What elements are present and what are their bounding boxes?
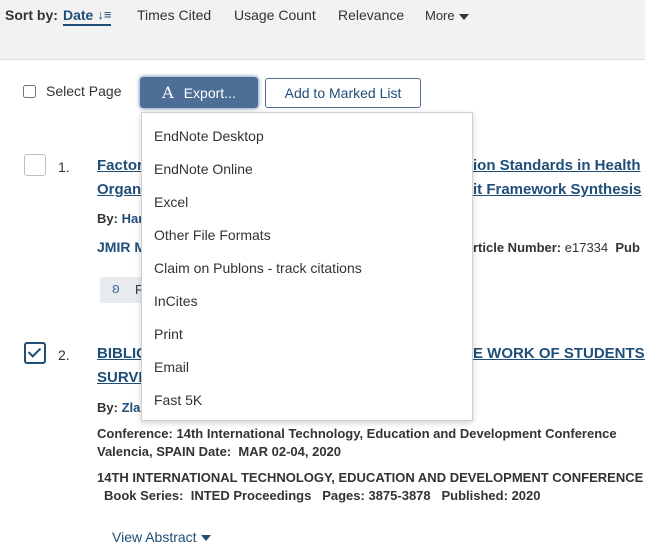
sort-descending-icon: ↓≡	[97, 7, 112, 22]
chevron-down-icon	[458, 13, 469, 20]
date-label: Date:	[198, 444, 232, 459]
record-2-title-part[interactable]: BIBLIC	[97, 345, 147, 362]
menu-item-claim-on-publons[interactable]: Claim on Publons - track citations	[154, 260, 362, 276]
record-1-title-part[interactable]: Factor	[97, 157, 143, 174]
article-number-label: rticle Number:	[473, 240, 562, 255]
export-icon: A	[162, 83, 174, 102]
chevron-down-icon	[200, 535, 211, 542]
menu-item-fast-5k[interactable]: Fast 5K	[154, 392, 202, 408]
open-access-icon: ʚ	[112, 280, 120, 297]
sort-date-label: Date	[63, 7, 94, 23]
select-page-label: Select Page	[46, 83, 122, 99]
record-2-conference: Conference: 14th International Technolog…	[97, 426, 617, 441]
published-label: Published:	[441, 488, 508, 503]
sort-relevance-option[interactable]: Relevance	[338, 7, 404, 23]
record-2-proceedings: 14TH INTERNATIONAL TECHNOLOGY, EDUCATION…	[97, 470, 643, 485]
by-label: By:	[97, 211, 118, 226]
pages-label: Pages:	[322, 488, 365, 503]
sort-more-dropdown[interactable]: More	[425, 8, 469, 23]
record-1-checkbox[interactable]	[24, 154, 46, 176]
export-label: Export...	[183, 84, 236, 101]
add-to-marked-list-button[interactable]: Add to Marked List	[265, 78, 421, 108]
series-value: INTED Proceedings	[190, 488, 312, 503]
author-link[interactable]: Zla	[122, 400, 141, 415]
sort-usage-count-option[interactable]: Usage Count	[234, 7, 316, 23]
sort-by-label: Sort by:	[5, 7, 58, 23]
checkmark-icon	[27, 344, 42, 358]
sort-times-cited-option[interactable]: Times Cited	[137, 7, 211, 23]
by-label: By:	[97, 400, 118, 415]
article-number-value: e17334	[564, 240, 609, 255]
export-button[interactable]: A Export...	[140, 77, 258, 108]
record-1-source[interactable]: JMIR M	[97, 239, 146, 255]
menu-item-other-file-formats[interactable]: Other File Formats	[154, 227, 271, 243]
menu-item-endnote-desktop[interactable]: EndNote Desktop	[154, 128, 264, 144]
sort-more-label: More	[425, 8, 455, 23]
published-label: Pub	[615, 240, 640, 255]
record-2-title-part[interactable]: E WORK OF STUDENTS I	[473, 345, 645, 362]
author-link[interactable]: Har	[122, 211, 144, 226]
menu-item-excel[interactable]: Excel	[154, 194, 188, 210]
series-label: Book Series:	[104, 488, 184, 503]
select-page-checkbox[interactable]	[23, 84, 36, 98]
sort-date-option[interactable]: Date ↓≡	[63, 7, 112, 26]
published-value: 2020	[511, 488, 541, 503]
record-1-title-part[interactable]: it Framework Synthesis	[473, 181, 641, 198]
view-abstract-link[interactable]: View Abstract	[112, 529, 211, 545]
menu-item-incites[interactable]: InCites	[154, 293, 198, 309]
select-page[interactable]: Select Page	[23, 83, 122, 99]
menu-item-print[interactable]: Print	[154, 326, 183, 342]
date-value: MAR 02-04, 2020	[238, 444, 342, 459]
record-1-title-part[interactable]: ion Standards in Health	[473, 157, 641, 174]
export-dropdown-menu: EndNote Desktop EndNote Online Excel Oth…	[141, 112, 473, 421]
proceedings-title: 14TH INTERNATIONAL TECHNOLOGY, EDUCATION…	[97, 470, 644, 485]
record-2-number: 2.	[58, 347, 70, 363]
record-1-authors: By: Har	[97, 211, 143, 226]
record-1-number: 1.	[58, 159, 70, 175]
record-2-authors: By: Zla	[97, 400, 140, 415]
record-1-title-part[interactable]: Organ	[97, 181, 141, 198]
menu-item-endnote-online[interactable]: EndNote Online	[154, 161, 253, 177]
conference-label: Conference:	[97, 426, 173, 441]
view-abstract-label: View Abstract	[112, 529, 197, 545]
menu-item-email[interactable]: Email	[154, 359, 189, 375]
conference-location: Valencia, SPAIN	[97, 444, 196, 459]
record-2-series: Book Series: INTED Proceedings Pages: 38…	[104, 488, 540, 503]
record-2-checkbox[interactable]	[24, 342, 46, 364]
record-2-location-date: Valencia, SPAIN Date: MAR 02-04, 2020	[97, 444, 341, 459]
conference-value: 14th International Technology, Education…	[176, 426, 617, 441]
sort-bar: Sort by: Date ↓≡ Times Cited Usage Count …	[0, 0, 645, 60]
pages-value: 3875-3878	[368, 488, 431, 503]
record-1-article-number: rticle Number: e17334 Pub	[473, 240, 640, 255]
